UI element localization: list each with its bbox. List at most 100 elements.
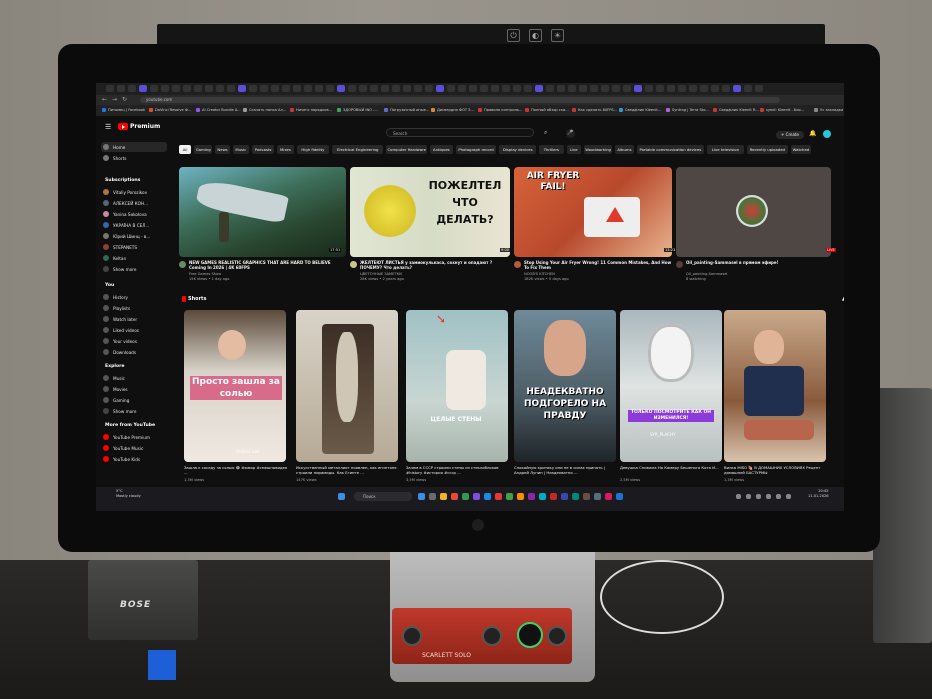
sidebar-item[interactable]: Home	[103, 144, 125, 150]
back-icon[interactable]: ←	[102, 96, 107, 104]
browser-tab[interactable]	[667, 85, 675, 92]
filter-chip[interactable]: Podcasts	[251, 145, 275, 154]
taskbar-app-icon[interactable]	[539, 493, 546, 500]
filter-chip[interactable]: News	[215, 145, 230, 154]
browser-tab[interactable]	[458, 85, 466, 92]
taskbar-app-icon[interactable]	[594, 493, 601, 500]
bookmark-item[interactable]: Скачать папка Ал...	[243, 108, 286, 112]
browser-tab[interactable]	[150, 85, 158, 92]
clock[interactable]: 20:45 11.01.2026	[808, 489, 829, 498]
taskbar-app-icon[interactable]	[605, 493, 612, 500]
sidebar-you-item[interactable]: Playlists	[103, 305, 130, 311]
browser-tab[interactable]	[502, 85, 510, 92]
video-title[interactable]: ЖЕЛТЕЮТ ЛИСТЬЯ у замиокулькаса, сохнут и…	[360, 260, 510, 270]
video-channel[interactable]: Oil_painting-Sammasel	[686, 272, 727, 276]
browser-tab[interactable]	[656, 85, 664, 92]
video-channel[interactable]: NOOB'S KITCHEN	[524, 272, 555, 276]
browser-tab[interactable]	[227, 85, 235, 92]
browser-tab[interactable]	[612, 85, 620, 92]
taskbar-app-icon[interactable]	[451, 493, 458, 500]
tray-icon[interactable]	[736, 494, 741, 499]
bookmark-item[interactable]: Сведфлик Kleenit...	[619, 108, 661, 112]
video-title[interactable]: NEW GAMES REALISTIC GRAPHICS THAT ARE HA…	[189, 260, 339, 270]
filter-chip[interactable]: Portable communication devices	[636, 145, 705, 154]
filter-chip[interactable]: Watched	[790, 145, 812, 154]
sidebar-you-item[interactable]: Downloads	[103, 349, 136, 355]
video-thumbnail[interactable]: AIR FRYER FAIL!	[514, 167, 672, 257]
browser-tab[interactable]	[535, 85, 543, 92]
browser-tab[interactable]	[480, 85, 488, 92]
filter-chip[interactable]: Live	[566, 145, 581, 154]
browser-tab[interactable]	[172, 85, 180, 92]
filter-chip[interactable]: Woodworking	[583, 145, 613, 154]
sidebar-section-title[interactable]: Subscriptions	[105, 178, 140, 183]
browser-tab[interactable]	[469, 85, 477, 92]
taskbar-app-icon[interactable]	[418, 493, 425, 500]
tray-icon[interactable]	[756, 494, 761, 499]
filter-chip[interactable]: Live television	[707, 145, 744, 154]
browser-tab[interactable]	[623, 85, 631, 92]
browser-tab[interactable]	[601, 85, 609, 92]
sidebar-you-item[interactable]: Liked videos	[103, 327, 139, 333]
taskbar-app-icon[interactable]	[506, 493, 513, 500]
short-thumbnail[interactable]: Просто зашла за солью VideoCook	[184, 310, 286, 462]
taskbar-app-icon[interactable]	[528, 493, 535, 500]
browser-tab[interactable]	[711, 85, 719, 92]
sidebar-you-item[interactable]: Watch later	[103, 316, 137, 322]
filter-chip[interactable]: Electrical Engineering	[332, 145, 384, 154]
browser-tab[interactable]	[568, 85, 576, 92]
taskbar-app-icon[interactable]	[616, 493, 623, 500]
bookmark-item[interactable]: AI Creator Bundle A...	[196, 108, 241, 112]
weather-widget[interactable]: 5°C Mostly cloudy	[116, 489, 141, 498]
filter-chip[interactable]: Photograph record	[455, 145, 497, 154]
browser-tab[interactable]	[755, 85, 763, 92]
browser-tab[interactable]	[205, 85, 213, 92]
short-title[interactable]: Вилка MISO 🍖 В ДОМАШНИХ УСЛОВИЯХ Рецепт …	[724, 465, 828, 476]
bookmark-item[interactable]: Погрузочный иные...	[384, 108, 429, 112]
video-channel[interactable]: Free Games Show	[189, 272, 221, 276]
sidebar-subscription[interactable]: УКРАЇНА В СЕЛ...	[103, 222, 149, 228]
sidebar-more-item[interactable]: YouTube Premium	[103, 434, 150, 440]
video-thumbnail[interactable]: ПОЖЕЛТЕЛ ЧТО ДЕЛАТЬ?	[350, 167, 510, 257]
browser-tab[interactable]	[304, 85, 312, 92]
browser-tab[interactable]	[315, 85, 323, 92]
logo-text[interactable]: Premium	[130, 123, 160, 130]
bookmark-item[interactable]: Как сделать 60FPS...	[572, 108, 617, 112]
short-thumbnail[interactable]: НЕАДЕКВАТНО ПОДГОРЕЛО НА ПРАВДУ	[514, 310, 616, 462]
taskbar-app-icon[interactable]	[462, 493, 469, 500]
bookmark-item[interactable]: Дисвердно ФОТ З...	[431, 108, 474, 112]
filter-chip[interactable]: Thrillers	[539, 145, 564, 154]
tray-icon[interactable]	[746, 494, 751, 499]
browser-tab[interactable]	[722, 85, 730, 92]
browser-tab[interactable]	[183, 85, 191, 92]
browser-tab[interactable]	[513, 85, 521, 92]
bookmark-item[interactable]: Syntrog | Terra Sto...	[666, 108, 709, 112]
filter-chip[interactable]: High fidelity	[296, 145, 330, 154]
browser-tab[interactable]	[436, 85, 444, 92]
taskbar-app-icon[interactable]	[484, 493, 491, 500]
taskbar-app-icon[interactable]	[583, 493, 590, 500]
sidebar-subscription[interactable]: Show more	[103, 266, 136, 272]
filter-chip[interactable]: Mixes	[277, 145, 294, 154]
sidebar-you-item[interactable]: History	[103, 294, 128, 300]
browser-tab[interactable]	[524, 85, 532, 92]
youtube-logo-icon[interactable]	[118, 123, 128, 130]
sidebar-item[interactable]: Shorts	[103, 155, 126, 161]
browser-tab[interactable]	[403, 85, 411, 92]
tray-icon[interactable]	[766, 494, 771, 499]
browser-tab[interactable]	[700, 85, 708, 92]
sidebar-subscription[interactable]: Vitaliy Porozikov	[103, 189, 147, 195]
bell-icon[interactable]: 🔔	[809, 130, 816, 137]
short-title[interactable]: Зачем в СССР строили стены из стеклоблок…	[406, 465, 510, 476]
sidebar-subscription[interactable]: STEPANETS	[103, 244, 137, 250]
browser-tab[interactable]	[381, 85, 389, 92]
browser-tab[interactable]	[678, 85, 686, 92]
sidebar-subscription[interactable]: Yanina Sokolova	[103, 211, 147, 217]
start-icon[interactable]	[338, 493, 345, 500]
bookmark-item[interactable]: Питомец | Facebook	[102, 108, 145, 112]
browser-tab[interactable]	[546, 85, 554, 92]
filter-chip[interactable]: All	[179, 145, 192, 154]
browser-tab[interactable]	[557, 85, 565, 92]
browser-tab[interactable]	[282, 85, 290, 92]
sidebar-subscription[interactable]: АЛЕКСЕЙ КОН...	[103, 200, 148, 206]
